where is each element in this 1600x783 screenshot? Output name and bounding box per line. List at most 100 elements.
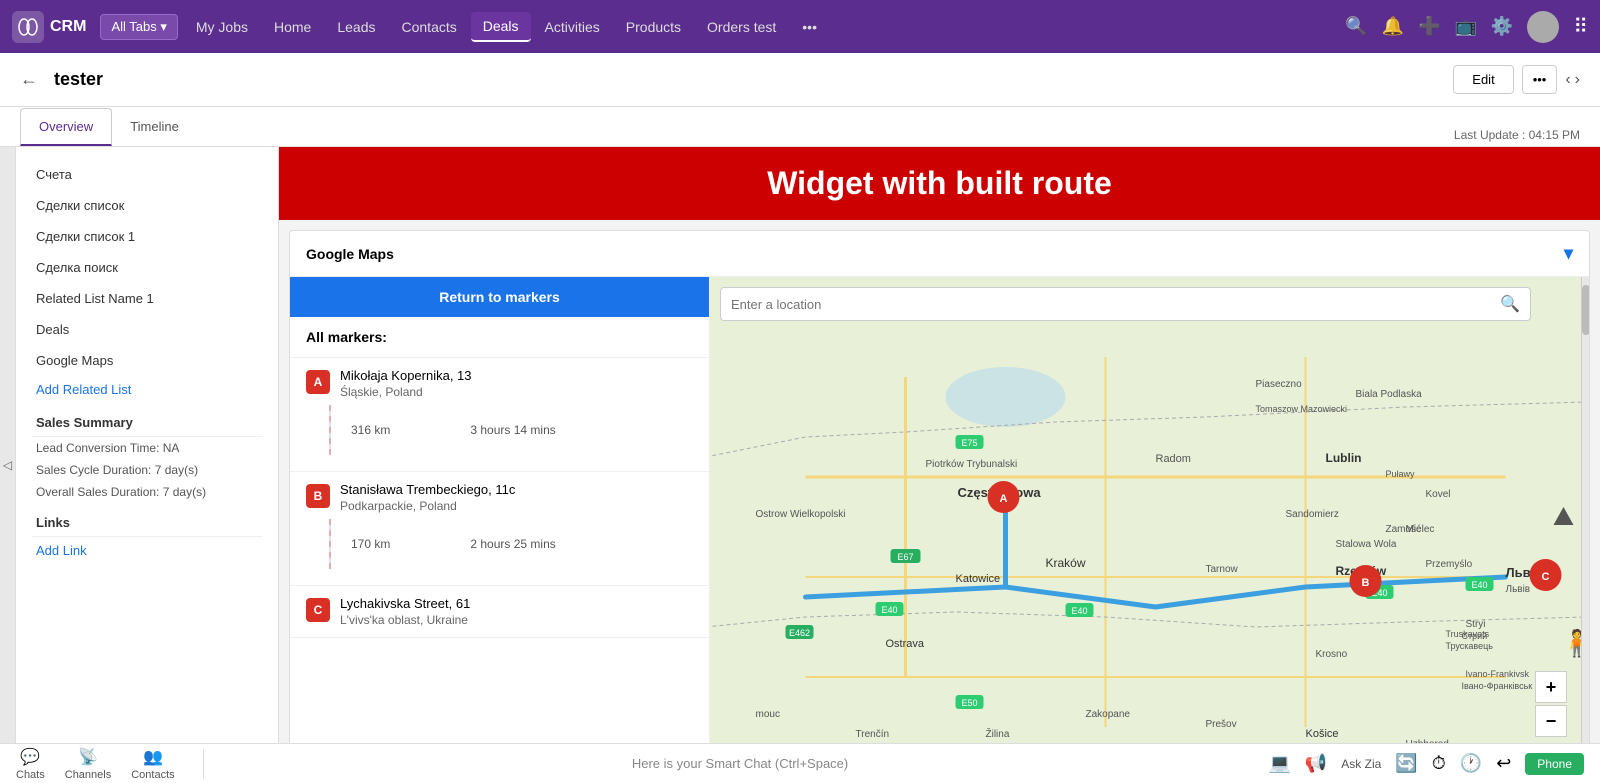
grid-icon[interactable]: ⠿ [1573,14,1588,39]
nav-activities[interactable]: Activities [533,13,612,41]
tab-timeline[interactable]: Timeline [112,109,197,146]
maps-card-title: Google Maps [306,246,394,262]
search-icon[interactable]: 🔍 [1345,16,1367,37]
svg-text:Košice: Košice [1306,728,1339,740]
sidebar-toggle[interactable]: ◁ [0,147,16,783]
bottom-chats[interactable]: 💬 Chats [16,747,45,781]
page-header: ← tester Edit ••• ‹ › [0,53,1600,107]
maps-card-header: Google Maps ▾ [290,231,1589,277]
nav-home[interactable]: Home [262,13,323,41]
contacts-icon: 👥 [143,747,163,767]
sidebar-item-related-list[interactable]: Related List Name 1 [16,283,278,314]
back-button[interactable]: ← [20,69,38,90]
marker-badge-b: B [306,484,330,508]
nav-right-icons: 🔍 🔔 ➕ 📺 ⚙️ ⠿ [1345,11,1588,43]
nav-deals[interactable]: Deals [471,12,531,42]
sidebar-item-sdelka-poisk[interactable]: Сделка поиск [16,252,278,283]
marker-info-c: Lychakivska Street, 61 L'vivs'ka oblast,… [340,596,470,627]
bottom-icon-2[interactable]: 📢 [1305,753,1327,774]
marker-badge-a: A [306,370,330,394]
next-record-button[interactable]: › [1575,71,1580,89]
sales-cycle-stat: Sales Cycle Duration: 7 day(s) [16,459,278,481]
phone-button[interactable]: Phone [1525,753,1584,775]
return-to-markers-button[interactable]: Return to markers [290,277,709,317]
add-related-list-link[interactable]: Add Related List [16,376,278,403]
gear-icon[interactable]: ⚙️ [1491,16,1513,37]
map-scrollbar[interactable] [1581,277,1589,783]
sidebar-item-sdelki1[interactable]: Сделки список 1 [16,221,278,252]
add-link-link[interactable]: Add Link [16,537,278,564]
maps-card-collapse-icon[interactable]: ▾ [1564,243,1573,264]
chats-label: Chats [16,769,45,781]
svg-text:Mielec: Mielec [1406,524,1435,535]
svg-text:Krosno: Krosno [1316,649,1348,660]
ask-zia-label[interactable]: Ask Zia [1341,757,1381,771]
main-layout: ◁ Счета Сделки список Сделки список 1 Сд… [0,147,1600,783]
maps-card: Google Maps ▾ Return to markers All mark… [289,230,1590,783]
svg-text:Žilina: Žilina [986,727,1010,740]
svg-text:Trenčín: Trenčín [856,729,890,740]
svg-text:E50: E50 [961,698,977,708]
svg-text:Piaseczno: Piaseczno [1256,379,1303,390]
bell-icon[interactable]: 🔔 [1382,16,1404,37]
svg-text:Львів: Львів [1506,584,1531,595]
svg-text:Ivano-Frankivsk: Ivano-Frankivsk [1466,669,1530,679]
svg-text:Zakopane: Zakopane [1086,709,1131,720]
marker-row-b: B Stanisława Trembeckiego, 11c Podkarpac… [306,482,693,513]
widget-banner: Widget with built route [279,147,1600,220]
logo-area: CRM [12,11,86,43]
marker-row-a: A Mikołaja Kopernika, 13 Śląskie, Poland [306,368,693,399]
nav-leads[interactable]: Leads [325,13,387,41]
svg-text:Kraków: Kraków [1046,556,1086,570]
time-b: 2 hours 25 mins [470,537,555,551]
sidebar-item-deals[interactable]: Deals [16,314,278,345]
sidebar-item-sdelki[interactable]: Сделки список [16,190,278,221]
screen-icon[interactable]: 📺 [1455,16,1477,37]
bottom-right-icons: 💻 📢 Ask Zia 🔄 ⏱ 🕐 ↩ Phone [1268,753,1584,775]
bottom-icon-3[interactable]: 🔄 [1395,753,1417,774]
bottom-contacts[interactable]: 👥 Contacts [131,747,174,781]
marker-address-c: Lychakivska Street, 61 [340,596,470,611]
sidebar-item-google-maps[interactable]: Google Maps [16,345,278,376]
marker-item-a: A Mikołaja Kopernika, 13 Śląskie, Poland [290,358,709,472]
all-tabs-button[interactable]: All Tabs ▾ [100,14,177,40]
nav-my-jobs[interactable]: My Jobs [184,13,260,41]
marker-address-b: Stanisława Trembeckiego, 11c [340,482,515,497]
svg-text:Івано-Франківськ: Івано-Франківськ [1462,681,1533,691]
nav-more[interactable]: ••• [790,13,829,41]
user-avatar[interactable] [1527,11,1559,43]
svg-text:E40: E40 [1471,580,1487,590]
svg-text:Stalowa Wola: Stalowa Wola [1336,539,1397,550]
bottom-icon-4[interactable]: ⏱ [1432,753,1446,774]
zoom-out-button[interactable]: − [1535,705,1567,737]
smart-chat-placeholder[interactable]: Here is your Smart Chat (Ctrl+Space) [232,756,1249,771]
svg-text:Biala Podlaska: Biala Podlaska [1356,389,1423,400]
sidebar-item-scheta[interactable]: Счета [16,159,278,190]
sales-summary-title: Sales Summary [16,403,278,436]
prev-record-button[interactable]: ‹ [1565,71,1570,89]
bottom-channels[interactable]: 📡 Channels [65,747,111,781]
nav-products[interactable]: Products [614,13,693,41]
zoom-in-button[interactable]: + [1535,671,1567,703]
edit-button[interactable]: Edit [1453,65,1513,94]
tab-overview[interactable]: Overview [20,108,112,146]
distance-b: 170 km [351,537,390,551]
plus-icon[interactable]: ➕ [1418,16,1440,37]
tabs-bar: Overview Timeline Last Update : 04:15 PM [0,107,1600,147]
nav-orders-test[interactable]: Orders test [695,13,788,41]
channels-label: Channels [65,769,111,781]
more-options-button[interactable]: ••• [1522,65,1558,94]
marker-badge-c: C [306,598,330,622]
map-svg: Ostrow Wielkopolski Piotrków Trybunalski… [710,277,1581,783]
sidebar: Счета Сделки список Сделки список 1 Сдел… [16,147,279,783]
marker-region-a: Śląskie, Poland [340,385,472,399]
nav-contacts[interactable]: Contacts [390,13,469,41]
marker-list: A Mikołaja Kopernika, 13 Śląskie, Poland [290,358,709,783]
location-search-input[interactable] [731,297,1492,312]
bottom-icon-6[interactable]: ↩ [1496,753,1511,774]
svg-text:Radom: Radom [1156,453,1191,465]
bottom-icon-5[interactable]: 🕐 [1460,753,1482,774]
svg-text:Lublin: Lublin [1326,451,1362,465]
bottom-icon-1[interactable]: 💻 [1268,753,1290,774]
marker-region-b: Podkarpackie, Poland [340,499,515,513]
